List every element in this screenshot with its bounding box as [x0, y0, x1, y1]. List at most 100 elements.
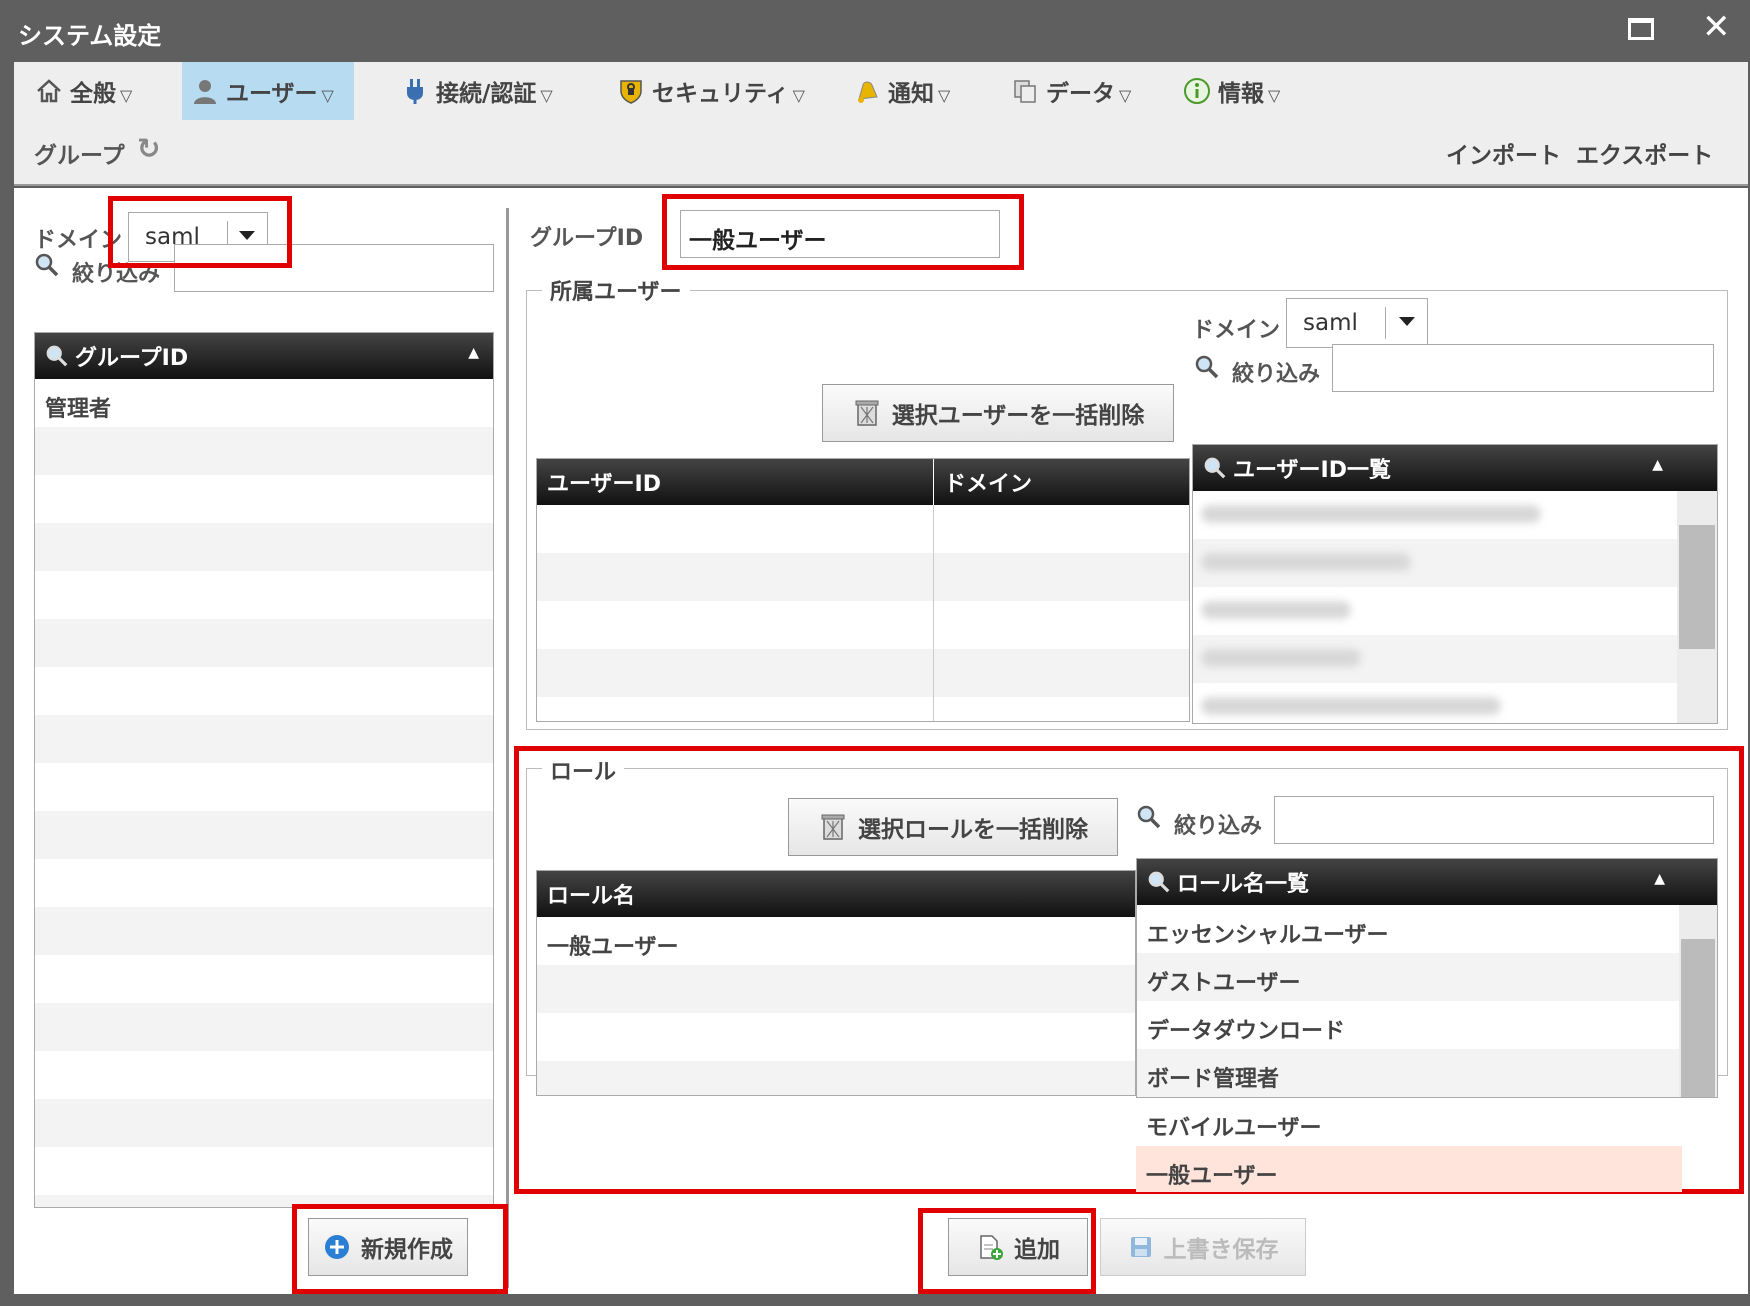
- toolbar: 全般 ▽ ユーザー ▽ 接続/認証 ▽ セキュリティ ▽ 通知 ▽ データ ▽ …: [14, 62, 1748, 186]
- user-id-list: ユーザーID一覧 ▲: [1192, 444, 1718, 724]
- list-item[interactable]: [1193, 635, 1677, 683]
- shield-icon: [616, 76, 646, 106]
- trash-icon: [852, 398, 882, 428]
- group-row[interactable]: 管理者: [35, 379, 493, 427]
- members-filter-input[interactable]: [1332, 344, 1714, 392]
- chevron-down-icon: ▽: [120, 85, 133, 105]
- left-domain-label: ドメイン: [34, 228, 123, 253]
- members-domain-value: saml: [1303, 310, 1358, 336]
- add-button[interactable]: 追加: [948, 1218, 1088, 1276]
- col-domain-label: ドメイン: [944, 472, 1033, 497]
- col-user-id-header[interactable]: ユーザーID: [537, 459, 933, 505]
- user-id-list-header-label: ユーザーID一覧: [1233, 458, 1392, 483]
- chevron-down-icon: ▽: [1268, 85, 1281, 105]
- maximize-icon[interactable]: [1628, 18, 1654, 40]
- col-role-name-header[interactable]: ロール名: [537, 871, 1135, 917]
- role-name-list-scrollbar[interactable]: [1679, 905, 1717, 1097]
- tab-connection-label: 接続/認証: [436, 81, 537, 107]
- new-group-button[interactable]: 新規作成: [308, 1218, 468, 1276]
- search-icon: [1195, 355, 1219, 379]
- info-icon: [1182, 76, 1212, 106]
- bulk-delete-roles-button[interactable]: 選択ロールを一括削除: [788, 798, 1118, 856]
- user-id-list-body: [1193, 491, 1677, 723]
- search-icon: [1148, 871, 1170, 893]
- role-item-selected[interactable]: 一般ユーザー: [1136, 1146, 1682, 1192]
- chevron-down-icon: ▽: [938, 85, 951, 105]
- group-list-body: 管理者: [35, 379, 493, 1207]
- left-filter-input[interactable]: [174, 244, 494, 292]
- tab-connection[interactable]: 接続/認証 ▽: [392, 62, 561, 120]
- group-id-input[interactable]: 一般ユーザー: [680, 210, 1000, 258]
- tab-data-label: データ: [1046, 81, 1115, 107]
- overwrite-save-button[interactable]: 上書き保存: [1100, 1218, 1306, 1276]
- members-domain-select[interactable]: saml: [1286, 298, 1428, 348]
- tab-bar: 全般 ▽ ユーザー ▽ 接続/認証 ▽ セキュリティ ▽ 通知 ▽ データ ▽ …: [14, 62, 1748, 122]
- bulk-delete-users-button[interactable]: 選択ユーザーを一括削除: [822, 384, 1174, 442]
- trash-icon: [818, 812, 848, 842]
- role-item[interactable]: ボード管理者: [1137, 1049, 1679, 1097]
- roles-filter-input[interactable]: [1274, 796, 1714, 844]
- tab-general-label: 全般: [70, 81, 116, 107]
- col-domain-header[interactable]: ドメイン: [934, 459, 1189, 505]
- group-list-header[interactable]: グループID ▲: [35, 333, 493, 379]
- tab-user[interactable]: ユーザー ▽: [182, 62, 354, 120]
- new-group-label: 新規作成: [361, 1237, 453, 1263]
- bulk-delete-users-label: 選択ユーザーを一括削除: [891, 403, 1145, 429]
- role-name-list-body: エッセンシャルユーザー ゲストユーザー データダウンロード ボード管理者: [1137, 905, 1679, 1097]
- plus-circle-icon: [323, 1233, 351, 1261]
- tab-info[interactable]: 情報 ▽: [1174, 62, 1288, 120]
- chevron-down-icon: [1399, 317, 1415, 326]
- user-icon: [190, 76, 220, 106]
- member-users-table: ユーザーID ドメイン: [536, 458, 1190, 722]
- sort-asc-icon[interactable]: ▲: [1654, 871, 1665, 887]
- title-bar: システム設定 ✕: [0, 0, 1750, 62]
- roles-legend: ロール: [542, 754, 625, 786]
- import-link[interactable]: インポート: [1446, 136, 1561, 170]
- bulk-delete-roles-label: 選択ロールを一括削除: [858, 817, 1088, 843]
- group-id-label: グループID: [530, 226, 644, 251]
- chevron-down-icon: ▽: [792, 85, 805, 105]
- list-item[interactable]: [1193, 491, 1677, 539]
- list-item[interactable]: [1193, 587, 1677, 635]
- role-name-list-header[interactable]: ロール名一覧 ▲: [1137, 859, 1679, 905]
- tab-user-label: ユーザー: [226, 81, 318, 107]
- col-user-id-label: ユーザーID: [547, 472, 662, 497]
- user-id-list-header[interactable]: ユーザーID一覧 ▲: [1193, 445, 1677, 491]
- home-icon: [34, 76, 64, 106]
- role-item[interactable]: ゲストユーザー: [1137, 953, 1679, 1001]
- tab-notification[interactable]: 通知 ▽: [844, 62, 958, 120]
- sort-asc-icon[interactable]: ▲: [468, 345, 479, 361]
- role-item[interactable]: エッセンシャルユーザー: [1137, 905, 1679, 953]
- tab-security-label: セキュリティ: [652, 81, 789, 107]
- chevron-down-icon: ▽: [540, 85, 553, 105]
- user-id-list-scrollbar[interactable]: [1677, 491, 1717, 723]
- role-item[interactable]: データダウンロード: [1137, 1001, 1679, 1049]
- tab-notification-label: 通知: [888, 81, 934, 107]
- left-filter-label: 絞り込み: [72, 262, 161, 287]
- search-icon: [46, 345, 68, 367]
- close-icon[interactable]: ✕: [1702, 10, 1731, 44]
- group-list-header-label: グループID: [75, 346, 189, 371]
- tab-security[interactable]: セキュリティ ▽: [608, 62, 813, 120]
- refresh-icon[interactable]: ↻: [137, 132, 160, 165]
- list-item[interactable]: [1193, 683, 1677, 723]
- panel-splitter[interactable]: [506, 208, 509, 1288]
- add-document-icon: [976, 1233, 1004, 1261]
- window-title: システム設定: [18, 22, 162, 50]
- col-role-name-label: ロール名: [547, 884, 636, 909]
- tab-general[interactable]: 全般 ▽: [26, 62, 140, 120]
- assigned-role-row[interactable]: 一般ユーザー: [537, 917, 1135, 965]
- copy-icon: [1010, 76, 1040, 106]
- sort-asc-icon[interactable]: ▲: [1652, 457, 1663, 473]
- group-label: グループ: [34, 143, 125, 169]
- roles-filter-label: 絞り込み: [1174, 814, 1263, 839]
- list-item[interactable]: [1193, 539, 1677, 587]
- search-icon: [1137, 805, 1161, 829]
- role-item[interactable]: モバイルユーザー: [1136, 1098, 1682, 1146]
- members-domain-label: ドメイン: [1192, 318, 1281, 343]
- tab-data[interactable]: データ ▽: [1002, 62, 1139, 120]
- group-list: グループID ▲ 管理者: [34, 332, 494, 1208]
- export-link[interactable]: エクスポート: [1576, 136, 1713, 170]
- chevron-down-icon: ▽: [1119, 85, 1132, 105]
- add-label: 追加: [1014, 1237, 1060, 1263]
